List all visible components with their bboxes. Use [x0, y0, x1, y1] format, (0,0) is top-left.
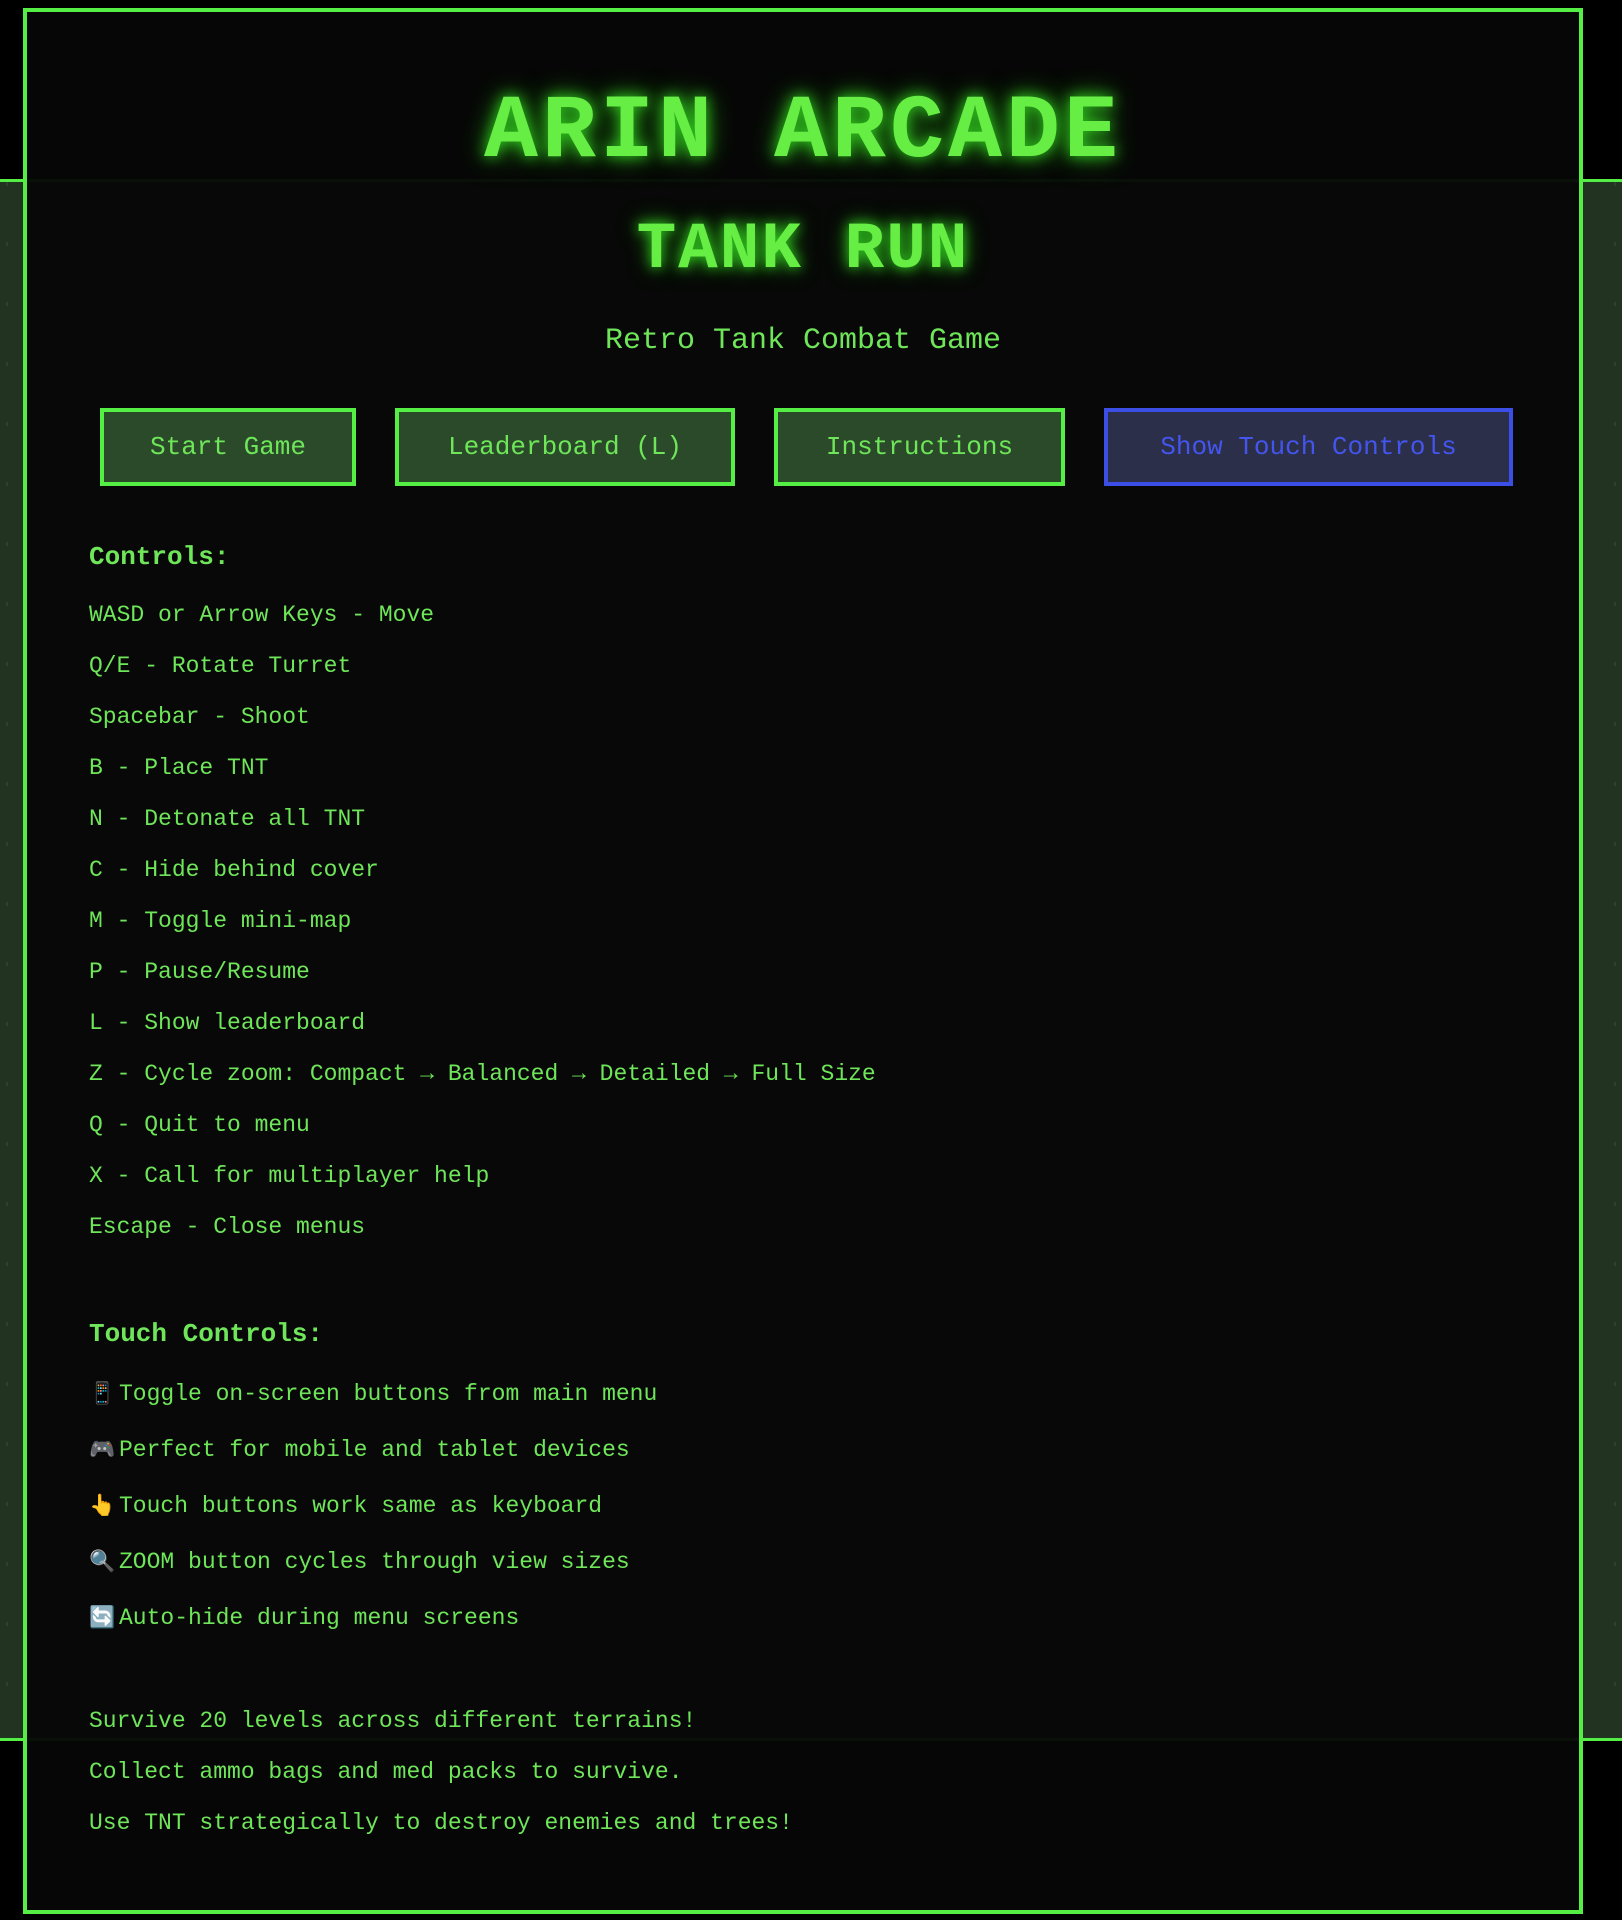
control-line: WASD or Arrow Keys - Move — [89, 602, 435, 628]
arcade-title: ARIN ARCADE — [483, 82, 1123, 184]
control-line: M - Toggle mini-map — [89, 908, 352, 934]
control-line: Escape - Close menus — [89, 1214, 366, 1240]
mobile-phone-icon: 📱 — [89, 1381, 116, 1405]
touch-control-line: 🔄 Auto-hide during menu screens — [89, 1605, 519, 1631]
control-line: L - Show leaderboard — [89, 1010, 366, 1036]
touch-control-text: ZOOM button cycles through view sizes — [119, 1549, 630, 1575]
touch-control-line: 🎮 Perfect for mobile and tablet devices — [89, 1437, 630, 1463]
control-line: Z - Cycle zoom: Compact → Balanced → Det… — [89, 1061, 876, 1087]
pointing-finger-icon: 👆 — [89, 1493, 116, 1517]
refresh-icon: 🔄 — [89, 1605, 116, 1629]
control-line: Q/E - Rotate Turret — [89, 653, 352, 679]
magnifier-icon: 🔍 — [89, 1549, 116, 1573]
info-note: Survive 20 levels across different terra… — [89, 1708, 697, 1734]
touch-control-text: Toggle on-screen buttons from main menu — [119, 1381, 658, 1407]
field-right-edge — [1614, 182, 1616, 1738]
control-line: N - Detonate all TNT — [89, 806, 366, 832]
control-line: P - Pause/Resume — [89, 959, 310, 985]
game-tagline: Retro Tank Combat Game — [604, 324, 1002, 358]
start-game-button[interactable]: Start Game — [100, 408, 356, 486]
instructions-button[interactable]: Instructions — [774, 408, 1065, 486]
touch-controls-heading: Touch Controls: — [89, 1319, 324, 1349]
touch-control-text: Touch buttons work same as keyboard — [119, 1493, 603, 1519]
touch-control-line: 📱 Toggle on-screen buttons from main menu — [89, 1381, 657, 1407]
info-note: Use TNT strategically to destroy enemies… — [89, 1810, 793, 1836]
field-left-edge — [6, 182, 8, 1738]
touch-control-line: 👆 Touch buttons work same as keyboard — [89, 1493, 602, 1519]
control-line: Spacebar - Shoot — [89, 704, 310, 730]
gamepad-icon: 🎮 — [89, 1437, 116, 1461]
touch-control-line: 🔍 ZOOM button cycles through view sizes — [89, 1549, 630, 1575]
main-menu-panel: ARIN ARCADE TANK RUN Retro Tank Combat G… — [23, 8, 1583, 1914]
controls-heading: Controls: — [89, 542, 230, 572]
info-note: Collect ammo bags and med packs to survi… — [89, 1759, 683, 1785]
control-line: Q - Quit to menu — [89, 1112, 310, 1138]
touch-control-text: Perfect for mobile and tablet devices — [119, 1437, 630, 1463]
leaderboard-button[interactable]: Leaderboard (L) — [395, 408, 735, 486]
control-line: B - Place TNT — [89, 755, 269, 781]
game-title: TANK RUN — [636, 212, 970, 287]
game-screen: ARIN ARCADE TANK RUN Retro Tank Combat G… — [0, 0, 1622, 1920]
control-line: X - Call for multiplayer help — [89, 1163, 490, 1189]
touch-control-text: Auto-hide during menu screens — [119, 1605, 520, 1631]
control-line: C - Hide behind cover — [89, 857, 379, 883]
show-touch-controls-button[interactable]: Show Touch Controls — [1104, 408, 1513, 486]
